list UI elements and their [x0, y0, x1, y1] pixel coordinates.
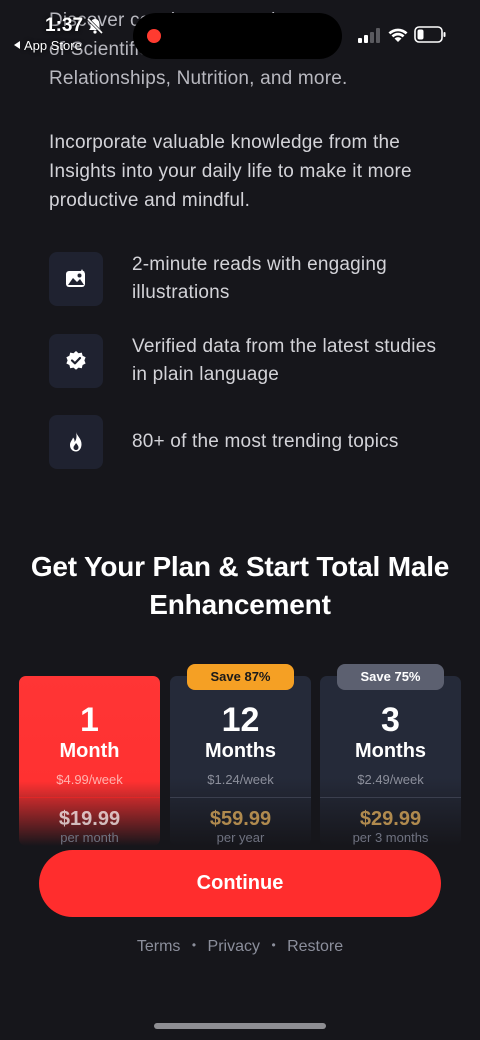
image-icon: [66, 269, 85, 287]
plan-total-price: $29.99: [359, 808, 422, 830]
feature-icon-box: [49, 252, 103, 306]
plan-duration-number: 1: [80, 701, 99, 739]
back-arrow-icon: [14, 41, 20, 49]
bell-muted-icon: [86, 17, 104, 35]
back-app-label: App Store: [24, 38, 82, 53]
plan-duration-unit: Month: [59, 740, 120, 762]
recording-indicator-icon: [147, 29, 161, 43]
plan-card-1-month[interactable]: 1 Month $4.99/week $19.99 per month: [19, 676, 160, 846]
dynamic-island: [133, 13, 342, 59]
plan-period: per month: [60, 830, 119, 845]
feature-item: 2-minute reads with engaging illustratio…: [49, 251, 449, 307]
status-time: 1:37: [45, 15, 84, 36]
plan-total-price: $19.99: [58, 808, 121, 830]
plan-duration-number: 3: [381, 701, 400, 739]
cellular-signal-icon: [358, 28, 380, 43]
feature-text: Verified data from the latest studies in…: [132, 336, 437, 385]
save-badge: Save 75%: [337, 664, 444, 690]
continue-button[interactable]: Continue: [39, 850, 441, 917]
battery-icon: [414, 26, 446, 43]
plan-card-3-months[interactable]: 3 Months $2.49/week $29.99 per 3 months: [320, 676, 461, 846]
plan-period: per 3 months: [352, 830, 429, 845]
feature-item: 80+ of the most trending topics: [49, 415, 449, 469]
feature-icon-box: [49, 415, 103, 469]
restore-link[interactable]: Restore: [287, 938, 343, 956]
status-bar: 1:37 App Store: [0, 0, 480, 62]
plan-weekly-price: $1.24/week: [207, 772, 274, 787]
plan-divider: [19, 797, 160, 798]
plan-total-price: $59.99: [209, 808, 272, 830]
plan-duration-number: 12: [221, 701, 260, 739]
footer-links: Terms • Privacy • Restore: [0, 938, 480, 956]
feature-item: Verified data from the latest studies in…: [49, 333, 449, 389]
plan-period: per year: [216, 830, 265, 845]
privacy-link[interactable]: Privacy: [208, 938, 260, 956]
plan-divider: [320, 797, 461, 798]
feature-icon-box: [49, 334, 103, 388]
home-indicator[interactable]: [154, 1023, 326, 1029]
plan-duration-unit: Months: [354, 740, 427, 762]
plan-heading: Get Your Plan & Start Total Male Enhance…: [30, 551, 450, 620]
footer-separator: •: [271, 938, 276, 952]
plan-weekly-price: $4.99/week: [56, 772, 123, 787]
save-badge: Save 87%: [187, 664, 294, 690]
back-to-app-store[interactable]: App Store: [14, 38, 82, 53]
verified-badge-icon: [66, 351, 86, 370]
intro-line: Relationships, Nutrition, and more.: [49, 68, 348, 89]
intro-paragraph-2: Incorporate valuable knowledge from the …: [49, 132, 412, 211]
wifi-icon: [388, 28, 408, 42]
feature-text: 80+ of the most trending topics: [132, 431, 399, 452]
footer-separator: •: [191, 938, 197, 952]
plan-card-12-months[interactable]: 12 Months $1.24/week $59.99 per year: [170, 676, 311, 846]
feature-text: 2-minute reads with engaging illustratio…: [132, 254, 387, 303]
fire-icon: [70, 432, 82, 452]
terms-link[interactable]: Terms: [137, 938, 181, 956]
plan-divider: [170, 797, 311, 798]
plan-weekly-price: $2.49/week: [357, 772, 424, 787]
plan-duration-unit: Months: [204, 740, 277, 762]
